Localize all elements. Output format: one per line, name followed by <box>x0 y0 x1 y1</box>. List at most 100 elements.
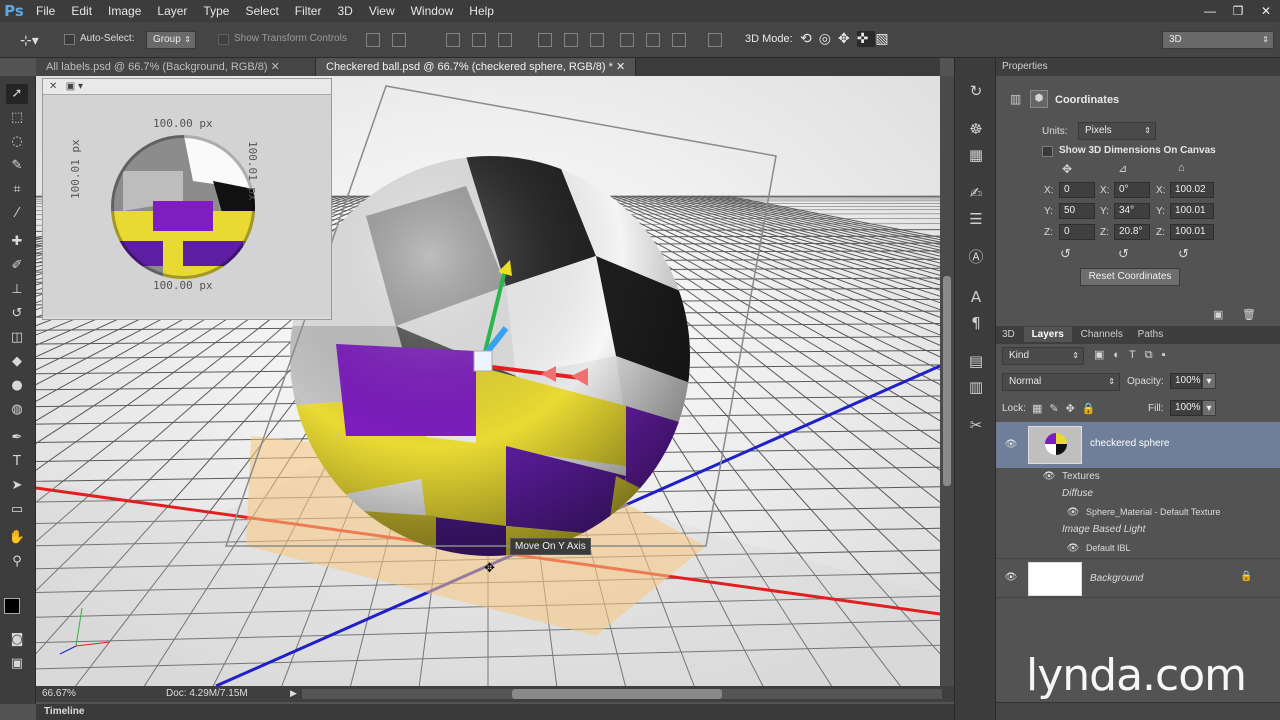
auto-align-icon[interactable] <box>708 33 722 47</box>
info-icon[interactable]: ▥ <box>965 376 987 398</box>
move-tool-icon[interactable]: ⊹▾ <box>20 32 39 49</box>
fill-chevron-icon[interactable]: ▾ <box>1202 400 1216 416</box>
fill-field[interactable]: 100% <box>1170 400 1202 416</box>
opacity-chevron-icon[interactable]: ▾ <box>1202 373 1216 389</box>
document-canvas[interactable]: Move On Y Axis ✥ ✕ ▣ ▾ 100.00 px 100.00 … <box>36 76 940 686</box>
brush-icon[interactable]: ✍ <box>965 182 987 204</box>
menu-window[interactable]: Window <box>403 0 462 22</box>
position-z-field[interactable]: 0 <box>1059 224 1095 240</box>
eraser-tool-icon[interactable]: ◫ <box>6 328 28 348</box>
menu-type[interactable]: Type <box>195 0 237 22</box>
tab-checkered-ball[interactable]: Checkered ball.psd @ 66.7% (checkered sp… <box>316 58 637 76</box>
marquee-tool-icon[interactable]: ⬚ <box>6 108 28 128</box>
bucket-tool-icon[interactable]: ◆ <box>6 352 28 372</box>
crop-tool-icon[interactable]: ⌗ <box>6 180 28 200</box>
roll-3d-icon[interactable]: ◎ <box>819 31 838 47</box>
visibility-eye-icon[interactable]: 👁 <box>1066 542 1080 556</box>
show-transform-checkbox[interactable] <box>218 33 229 45</box>
rotation-x-field[interactable]: 0° <box>1114 182 1150 198</box>
scroll-thumb[interactable] <box>943 276 951 486</box>
slide-3d-icon[interactable]: ✜ <box>856 31 876 47</box>
auto-select-dropdown[interactable]: Group <box>146 31 196 49</box>
reset-position-icon[interactable]: ↺ <box>1060 246 1071 262</box>
units-dropdown[interactable]: Pixels <box>1078 122 1156 140</box>
blur-tool-icon[interactable]: ● <box>6 376 28 396</box>
zoom-tool-icon[interactable]: ⚲ <box>6 552 28 572</box>
history-icon[interactable]: ↻ <box>965 80 987 102</box>
auto-select-checkbox[interactable] <box>64 33 75 45</box>
distribute-left-icon[interactable] <box>620 33 634 47</box>
distribute-bottom-icon[interactable] <box>590 33 604 47</box>
healing-tool-icon[interactable]: ✚ <box>6 232 28 252</box>
tab-layers[interactable]: Layers <box>1023 327 1072 342</box>
character-icon[interactable]: Ⓐ <box>965 246 987 268</box>
tab-paths[interactable]: Paths <box>1132 329 1170 340</box>
layer-name[interactable]: Background <box>1090 573 1143 584</box>
secondary-view[interactable]: ✕ ▣ ▾ 100.00 px 100.00 px 100.01 px 100.… <box>42 78 332 320</box>
visibility-eye-icon[interactable]: 👁 <box>1004 438 1018 452</box>
properties-title[interactable]: Properties <box>1002 61 1048 72</box>
properties-icon[interactable]: ▤ <box>965 350 987 372</box>
position-x-field[interactable]: 0 <box>1059 182 1095 198</box>
timeline-panel[interactable]: Timeline <box>36 704 954 720</box>
scale-3d-icon[interactable]: ▧ <box>875 31 895 47</box>
align-top-icon[interactable] <box>366 33 380 47</box>
brush-tool-icon[interactable]: ✐ <box>6 256 28 276</box>
scale-x-field[interactable]: 100.02 <box>1170 182 1214 198</box>
menu-edit[interactable]: Edit <box>63 0 100 22</box>
menu-layer[interactable]: Layer <box>149 0 195 22</box>
position-y-field[interactable]: 50 <box>1059 203 1095 219</box>
close-icon[interactable]: ✕ <box>1252 0 1280 22</box>
tab-channels[interactable]: Channels <box>1075 329 1129 340</box>
blend-mode-dropdown[interactable]: Normal <box>1002 373 1120 391</box>
align-right-icon[interactable] <box>498 33 512 47</box>
menu-help[interactable]: Help <box>461 0 502 22</box>
menu-3d[interactable]: 3D <box>329 0 360 22</box>
distribute-hcenter-icon[interactable] <box>646 33 660 47</box>
visibility-eye-icon[interactable]: 👁 <box>1042 470 1056 484</box>
paragraph-icon[interactable]: ¶ <box>965 312 987 334</box>
close-icon[interactable]: ✕ <box>49 81 57 92</box>
layer-name[interactable]: checkered sphere <box>1090 438 1170 449</box>
menu-filter[interactable]: Filter <box>287 0 330 22</box>
grid-icon[interactable]: ▦ <box>965 144 987 166</box>
render-icon[interactable]: ▣ <box>1213 308 1223 321</box>
status-menu-icon[interactable]: ▶ <box>290 688 297 699</box>
mesh-icon[interactable]: ▥ <box>1010 92 1021 106</box>
layer-checkered-sphere[interactable]: 👁 checkered sphere <box>996 422 1280 468</box>
menu-file[interactable]: File <box>28 0 63 22</box>
lasso-tool-icon[interactable]: ◌ <box>6 132 28 152</box>
character-panel-icon[interactable]: A <box>965 286 987 308</box>
quick-mask-icon[interactable]: ◙ <box>6 630 28 650</box>
stamp-tool-icon[interactable]: ⊥ <box>6 280 28 300</box>
menu-image[interactable]: Image <box>100 0 149 22</box>
layer-background[interactable]: 👁 Background 🔒 <box>996 558 1280 598</box>
adjustments-icon[interactable]: ☰ <box>965 208 987 230</box>
vertical-scrollbar[interactable] <box>940 76 954 686</box>
doc-size[interactable]: Doc: 4.29M/7.15M <box>166 688 248 699</box>
reset-coordinates-button[interactable]: Reset Coordinates <box>1080 268 1180 286</box>
visibility-eye-icon[interactable]: 👁 <box>1004 571 1018 585</box>
tools-preset-icon[interactable]: ✂ <box>965 414 987 436</box>
zoom-level[interactable]: 66.67% <box>42 688 76 699</box>
3d-panel-icon[interactable]: ☸ <box>965 118 987 140</box>
restore-icon[interactable]: ❐ <box>1224 0 1252 22</box>
coordinates-icon[interactable]: ⬢ <box>1030 90 1048 108</box>
show-dims-checkbox[interactable] <box>1042 145 1053 157</box>
minimize-icon[interactable]: — <box>1196 0 1224 22</box>
tab-close-icon[interactable]: ✕ <box>271 61 280 73</box>
align-left-icon[interactable] <box>446 33 460 47</box>
workspace-dropdown[interactable]: 3D <box>1162 31 1274 49</box>
quick-select-tool-icon[interactable]: ✎ <box>6 156 28 176</box>
align-vcenter-icon[interactable] <box>392 33 406 47</box>
horizontal-scrollbar[interactable] <box>302 689 942 699</box>
opacity-field[interactable]: 100% <box>1170 373 1202 389</box>
history-brush-icon[interactable]: ↺ <box>6 304 28 324</box>
align-hcenter-icon[interactable] <box>472 33 486 47</box>
textures-row[interactable]: 👁 Textures <box>996 468 1280 486</box>
tab-3d[interactable]: 3D <box>996 329 1021 340</box>
scale-z-field[interactable]: 100.01 <box>1170 224 1214 240</box>
pan-3d-icon[interactable]: ✥ <box>838 31 857 47</box>
move-tool-icon[interactable]: ➚ <box>6 84 28 104</box>
filter-kind-dropdown[interactable]: Kind <box>1002 347 1084 365</box>
